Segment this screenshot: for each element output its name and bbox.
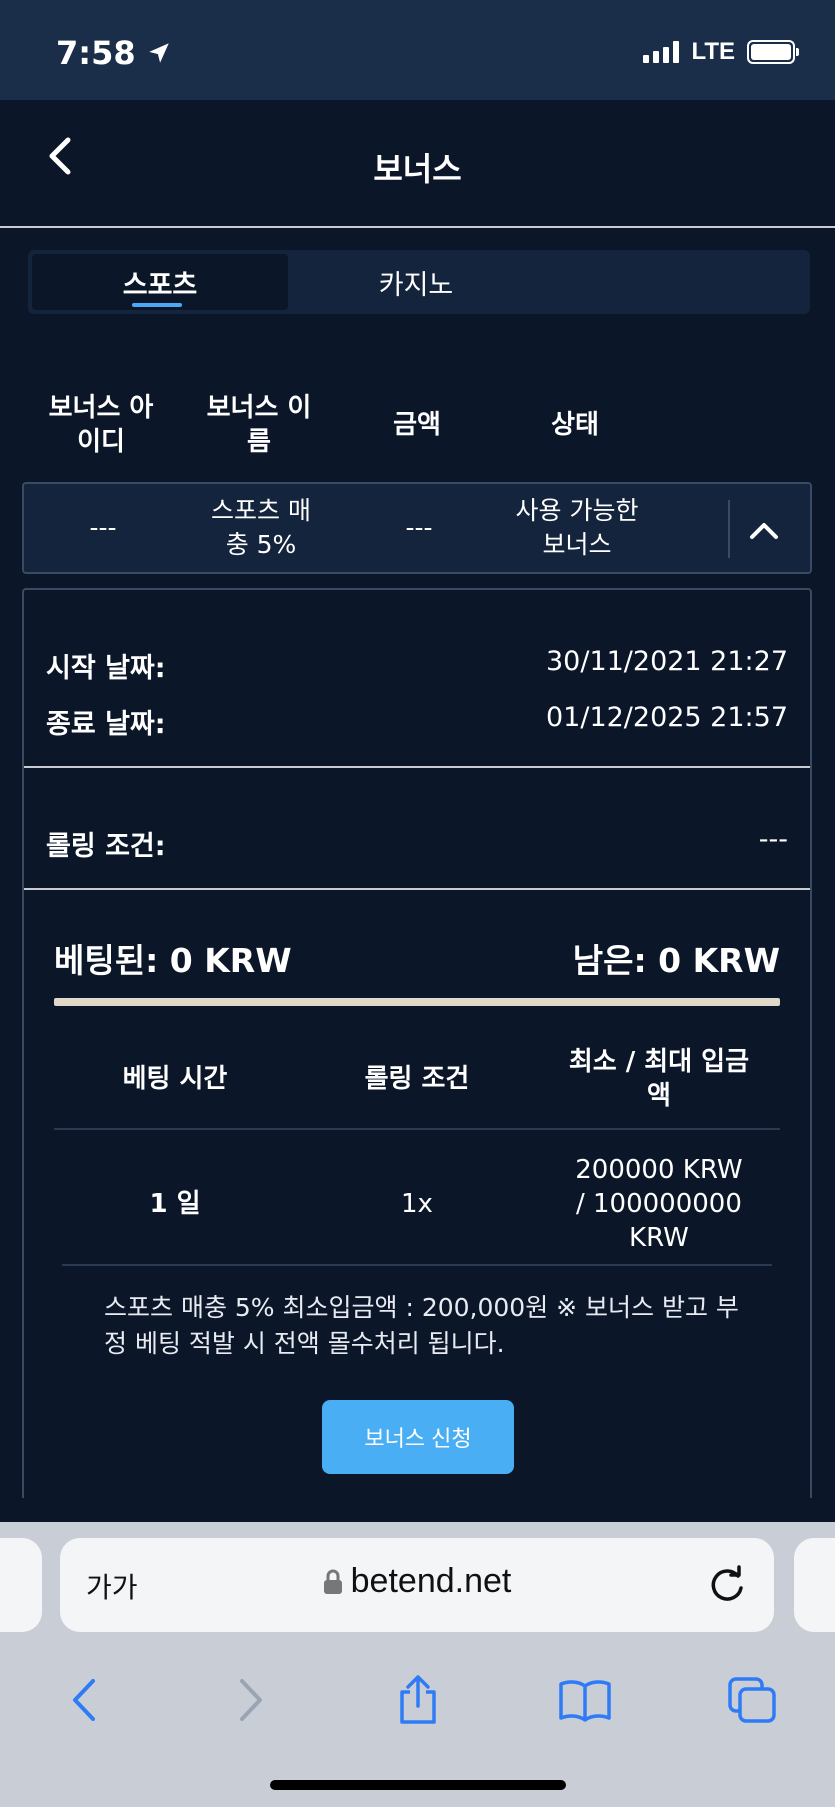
end-date-label: 종료 날짜: bbox=[46, 709, 166, 740]
time-text: 7:58 bbox=[56, 34, 136, 72]
lock-icon bbox=[323, 1569, 342, 1594]
browser-back-button[interactable] bbox=[54, 1670, 114, 1730]
start-date-row: 시작 날짜: 30/11/2021 21:27 bbox=[46, 646, 788, 685]
browser-forward-button[interactable] bbox=[221, 1670, 281, 1730]
reload-icon[interactable] bbox=[706, 1564, 748, 1606]
rolling-progress-bar bbox=[54, 998, 780, 1006]
rule-table: 베팅 시간 롤링 조건 최소 / 최대 입금액 1 일 1x 200000 KR… bbox=[54, 1030, 780, 1278]
rolling-value: --- bbox=[758, 824, 788, 855]
rule-table-header: 베팅 시간 롤링 조건 최소 / 최대 입금액 bbox=[54, 1030, 780, 1130]
battery-icon bbox=[747, 40, 799, 64]
network-label: LTE bbox=[691, 38, 735, 65]
end-date-row: 종료 날짜: 01/12/2025 21:57 bbox=[46, 702, 788, 741]
rule-header-bet-time: 베팅 시간 bbox=[122, 1064, 228, 1094]
tab-casino[interactable]: 카지노 bbox=[288, 254, 544, 310]
chevron-up-icon bbox=[750, 523, 778, 539]
url-text: betend.net bbox=[350, 1562, 512, 1600]
bet-summary: 베팅된: 0 KRW 남은: 0 KRW bbox=[54, 934, 780, 982]
bonus-id: --- bbox=[89, 513, 117, 542]
home-indicator bbox=[270, 1780, 566, 1790]
bonus-status: 사용 가능한 보너스 bbox=[515, 496, 639, 559]
rule-table-row: 1 일 1x 200000 KRW / 100000000 KRW bbox=[54, 1130, 780, 1278]
collapse-button[interactable] bbox=[734, 500, 794, 560]
bonus-amount: --- bbox=[405, 513, 433, 542]
browser-toolbar bbox=[0, 1660, 835, 1740]
next-tab-card[interactable] bbox=[794, 1538, 835, 1632]
column-header-id: 보너스 아이디 bbox=[48, 393, 154, 457]
share-icon bbox=[399, 1675, 436, 1724]
status-icons: LTE bbox=[643, 38, 799, 66]
chevron-left-icon bbox=[72, 1679, 95, 1721]
bonus-name: 스포츠 매충 5% bbox=[211, 496, 311, 559]
url-display[interactable]: betend.net bbox=[60, 1562, 774, 1601]
start-date-value: 30/11/2021 21:27 bbox=[545, 646, 788, 677]
bet-amount: 베팅된: 0 KRW bbox=[54, 941, 292, 980]
location-arrow-icon bbox=[148, 43, 169, 63]
book-icon bbox=[558, 1680, 611, 1722]
address-bar[interactable]: 가가 betend.net bbox=[60, 1538, 774, 1632]
rule-rolling: 1x bbox=[400, 1189, 433, 1219]
tabs-button[interactable] bbox=[722, 1670, 782, 1730]
divider bbox=[24, 888, 810, 890]
signal-icon bbox=[643, 41, 680, 63]
rule-deposit: 200000 KRW / 100000000 KRW bbox=[575, 1155, 743, 1253]
bonus-row[interactable]: --- 스포츠 매충 5% --- 사용 가능한 보너스 bbox=[22, 482, 812, 574]
rule-header-rolling: 롤링 조건 bbox=[364, 1064, 470, 1094]
rolling-label: 롤링 조건: bbox=[46, 831, 166, 862]
divider bbox=[62, 1264, 772, 1266]
rolling-row: 롤링 조건: --- bbox=[46, 824, 788, 863]
apply-bonus-button[interactable]: 보너스 신청 bbox=[322, 1400, 514, 1474]
column-header-name: 보너스 이름 bbox=[206, 393, 312, 457]
share-button[interactable] bbox=[388, 1670, 448, 1730]
end-date-value: 01/12/2025 21:57 bbox=[545, 702, 788, 733]
bookmarks-button[interactable] bbox=[555, 1670, 615, 1730]
chevron-right-icon bbox=[239, 1679, 262, 1721]
tabs-icon bbox=[727, 1677, 776, 1723]
remaining-amount: 남은: 0 KRW bbox=[572, 941, 780, 980]
bonus-detail-panel: 시작 날짜: 30/11/2021 21:27 종료 날짜: 01/12/202… bbox=[22, 588, 812, 1498]
start-date-label: 시작 날짜: bbox=[46, 653, 166, 684]
bonus-note: 스포츠 매충 5% 최소입금액 : 200,000원 ※ 보너스 받고 부정 베… bbox=[104, 1293, 739, 1358]
app-header: 보너스 bbox=[0, 100, 835, 228]
browser-chrome: 가가 betend.net bbox=[0, 1522, 835, 1807]
page-title: 보너스 bbox=[373, 150, 462, 188]
bonus-tabs: 스포츠 카지노 bbox=[28, 250, 810, 314]
status-bar: 7:58 LTE bbox=[0, 0, 835, 100]
tab-sports[interactable]: 스포츠 bbox=[32, 254, 288, 310]
column-header-amount: 금액 bbox=[393, 410, 441, 440]
column-header-status: 상태 bbox=[551, 410, 599, 440]
prev-tab-card[interactable] bbox=[0, 1538, 42, 1632]
bonus-table-header: 보너스 아이디 보너스 이름 금액 상태 bbox=[22, 380, 812, 470]
row-divider bbox=[728, 500, 730, 558]
rule-bet-time: 1 일 bbox=[149, 1189, 201, 1219]
rule-header-deposit: 최소 / 최대 입금액 bbox=[568, 1047, 749, 1111]
divider bbox=[24, 766, 810, 768]
status-time: 7:58 bbox=[56, 34, 172, 72]
